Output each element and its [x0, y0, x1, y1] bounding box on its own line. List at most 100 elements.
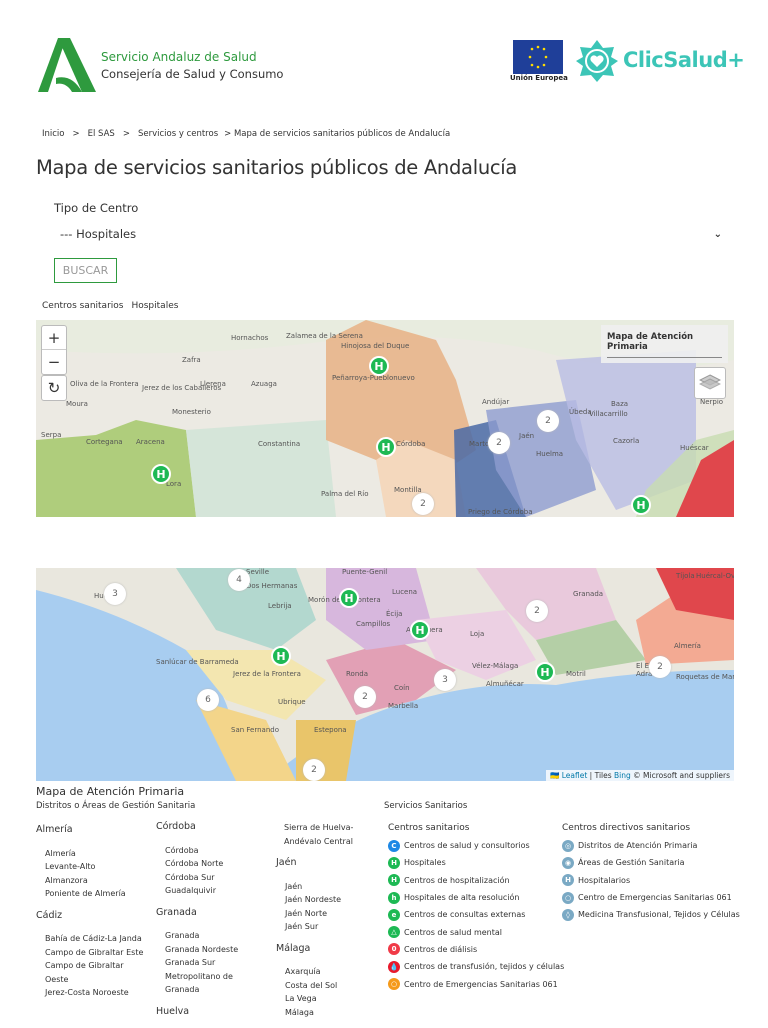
breadcrumb-home[interactable]: Inicio	[42, 129, 65, 139]
district-link[interactable]: Málaga	[276, 1006, 366, 1020]
legend-item-label: Centros de transfusión, tejidos y célula…	[404, 962, 565, 972]
town-label: Almuñécar	[486, 680, 524, 688]
marker-cluster[interactable]: 2	[649, 656, 671, 678]
hospital-marker[interactable]: H	[376, 437, 396, 457]
legend-title: Mapa de Atención Primaria	[36, 785, 185, 798]
province-heading: Almería	[36, 824, 73, 835]
district-link[interactable]: Jaén Norte	[276, 907, 366, 921]
town-label: Granada	[573, 590, 604, 598]
legend-item: H Hospitalarios	[562, 872, 740, 889]
marker-cluster[interactable]: 2	[537, 410, 559, 432]
town-label: Huércal-Overa	[696, 572, 734, 580]
legend-item: C Centros de salud y consultorios	[388, 837, 564, 854]
district-link[interactable]: Campo de Gibraltar Oeste	[36, 959, 146, 986]
marker-cluster[interactable]: 2	[488, 432, 510, 454]
town-label: Córdoba	[396, 440, 426, 448]
legend-item-label: Hospitalarios	[578, 875, 631, 885]
district-link[interactable]: Sierra de Huelva-Andévalo Central	[276, 821, 366, 848]
legend-item: ○ Centro de Emergencias Sanitarias 061	[388, 975, 564, 992]
breadcrumb-el-sas[interactable]: El SAS	[88, 129, 115, 139]
marker-cluster[interactable]: 3	[104, 583, 126, 605]
hospital-marker[interactable]: H	[271, 646, 291, 666]
reset-view-icon[interactable]: ↻	[41, 375, 67, 401]
district-link[interactable]: Almanzora	[36, 874, 146, 888]
service-icon: H	[562, 874, 574, 887]
district-link[interactable]: Metropolitano de Granada	[156, 970, 266, 997]
breadcrumb-separator: >	[122, 129, 130, 139]
junta-logo[interactable]	[38, 38, 96, 92]
district-link[interactable]: Poniente de Almería	[36, 887, 146, 901]
hospital-marker[interactable]: H	[151, 464, 171, 484]
district-link[interactable]: La Vega	[276, 992, 366, 1006]
town-label: Dos Hermanas	[246, 582, 298, 590]
marker-cluster[interactable]: 4	[228, 569, 250, 591]
legend-item-label: Centros de salud mental	[404, 927, 503, 937]
hospital-marker[interactable]: H	[631, 495, 651, 515]
town-label: Huelma	[536, 450, 564, 458]
town-label: Constantina	[258, 440, 301, 448]
town-label: Coín	[394, 684, 410, 692]
district-link[interactable]: Córdoba Sur	[156, 871, 266, 885]
marker-cluster[interactable]: 6	[197, 689, 219, 711]
legend-subtitle: Distritos o Áreas de Gestión Sanitaria	[36, 801, 196, 811]
breadcrumb: Inicio > El SAS > Servicios y centros > …	[42, 129, 450, 139]
district-link[interactable]: Granada Nordeste	[156, 943, 266, 957]
district-link[interactable]: Córdoba Norte	[156, 857, 266, 871]
breadcrumb-servicios[interactable]: Servicios y centros	[138, 129, 218, 139]
town-label: Estepona	[314, 726, 347, 734]
district-link[interactable]: Bahía de Cádiz-La Janda	[36, 932, 146, 946]
town-label: Palma del Río	[321, 490, 369, 498]
district-link[interactable]: Jaén Sur	[276, 920, 366, 934]
hospital-marker[interactable]: H	[339, 588, 359, 608]
district-link[interactable]: Levante-Alto	[36, 860, 146, 874]
bing-link[interactable]: Bing	[614, 771, 631, 780]
clicsalud-name[interactable]: ClicSalud+	[623, 48, 745, 72]
zoom-in-button[interactable]: +	[42, 326, 66, 350]
hospital-marker[interactable]: H	[535, 662, 555, 682]
town-label: Écija	[386, 610, 403, 618]
map-overlay-title: Mapa de Atención Primaria	[601, 325, 728, 363]
town-label: Hinojosa del Duque	[341, 342, 410, 350]
map[interactable]: Zalamea de la Serena Hornachos Hinojosa de…	[36, 320, 734, 781]
district-link[interactable]: Jerez-Costa Noroeste	[36, 986, 146, 1000]
town-label: Vélez-Málaga	[472, 662, 519, 670]
legend-item-label: Centro de Emergencias Sanitarias 061	[578, 893, 732, 903]
tipo-centro-select[interactable]: --- Hospitales ⌄	[54, 222, 730, 246]
ukraine-flag-icon: 🇺🇦	[550, 771, 560, 780]
hospital-marker[interactable]: H	[410, 620, 430, 640]
clicsalud-logo-icon[interactable]	[576, 40, 618, 82]
town-label: Sanlúcar de Barrameda	[156, 658, 239, 666]
district-link[interactable]: Jaén Nordeste	[276, 893, 366, 907]
district-link[interactable]: Jaén	[276, 880, 366, 894]
filter-tags: Centros sanitarios Hospitales	[42, 301, 178, 311]
filter-tag[interactable]: Centros sanitarios	[42, 301, 123, 311]
org-name: Servicio Andaluz de Salud	[101, 50, 257, 64]
service-icon: C	[388, 839, 400, 852]
marker-cluster[interactable]: 2	[526, 600, 548, 622]
marker-cluster[interactable]: 2	[412, 493, 434, 515]
legend-item-label: Centros de consultas externas	[404, 910, 526, 920]
district-link[interactable]: Costa del Sol	[276, 979, 366, 993]
district-link[interactable]: Guadalquivir	[156, 884, 266, 898]
leaflet-link[interactable]: Leaflet	[562, 771, 588, 780]
town-label: Aracena	[136, 438, 165, 446]
town-label: Priego de Córdoba	[468, 508, 533, 516]
district-link[interactable]: Granada	[156, 929, 266, 943]
service-icon: ◎	[562, 839, 574, 852]
marker-cluster[interactable]: 3	[434, 669, 456, 691]
layers-icon[interactable]	[694, 367, 726, 399]
directivos-heading: Centros directivos sanitarios	[562, 823, 691, 833]
district-link[interactable]: Córdoba	[156, 844, 266, 858]
zoom-out-button[interactable]: −	[42, 350, 66, 374]
district-link[interactable]: Granada Sur	[156, 956, 266, 970]
marker-cluster[interactable]: 2	[303, 759, 325, 781]
marker-cluster[interactable]: 2	[354, 686, 376, 708]
district-link[interactable]: Almería	[36, 847, 146, 861]
hospital-marker[interactable]: H	[369, 356, 389, 376]
buscar-button[interactable]: BUSCAR	[54, 258, 117, 283]
filter-tag[interactable]: Hospitales	[131, 301, 178, 311]
district-link[interactable]: Axarquía	[276, 965, 366, 979]
legend-item: H Centros de hospitalización	[388, 872, 564, 889]
district-link[interactable]: Campo de Gibraltar Este	[36, 946, 146, 960]
service-icon: ◉	[562, 856, 574, 869]
